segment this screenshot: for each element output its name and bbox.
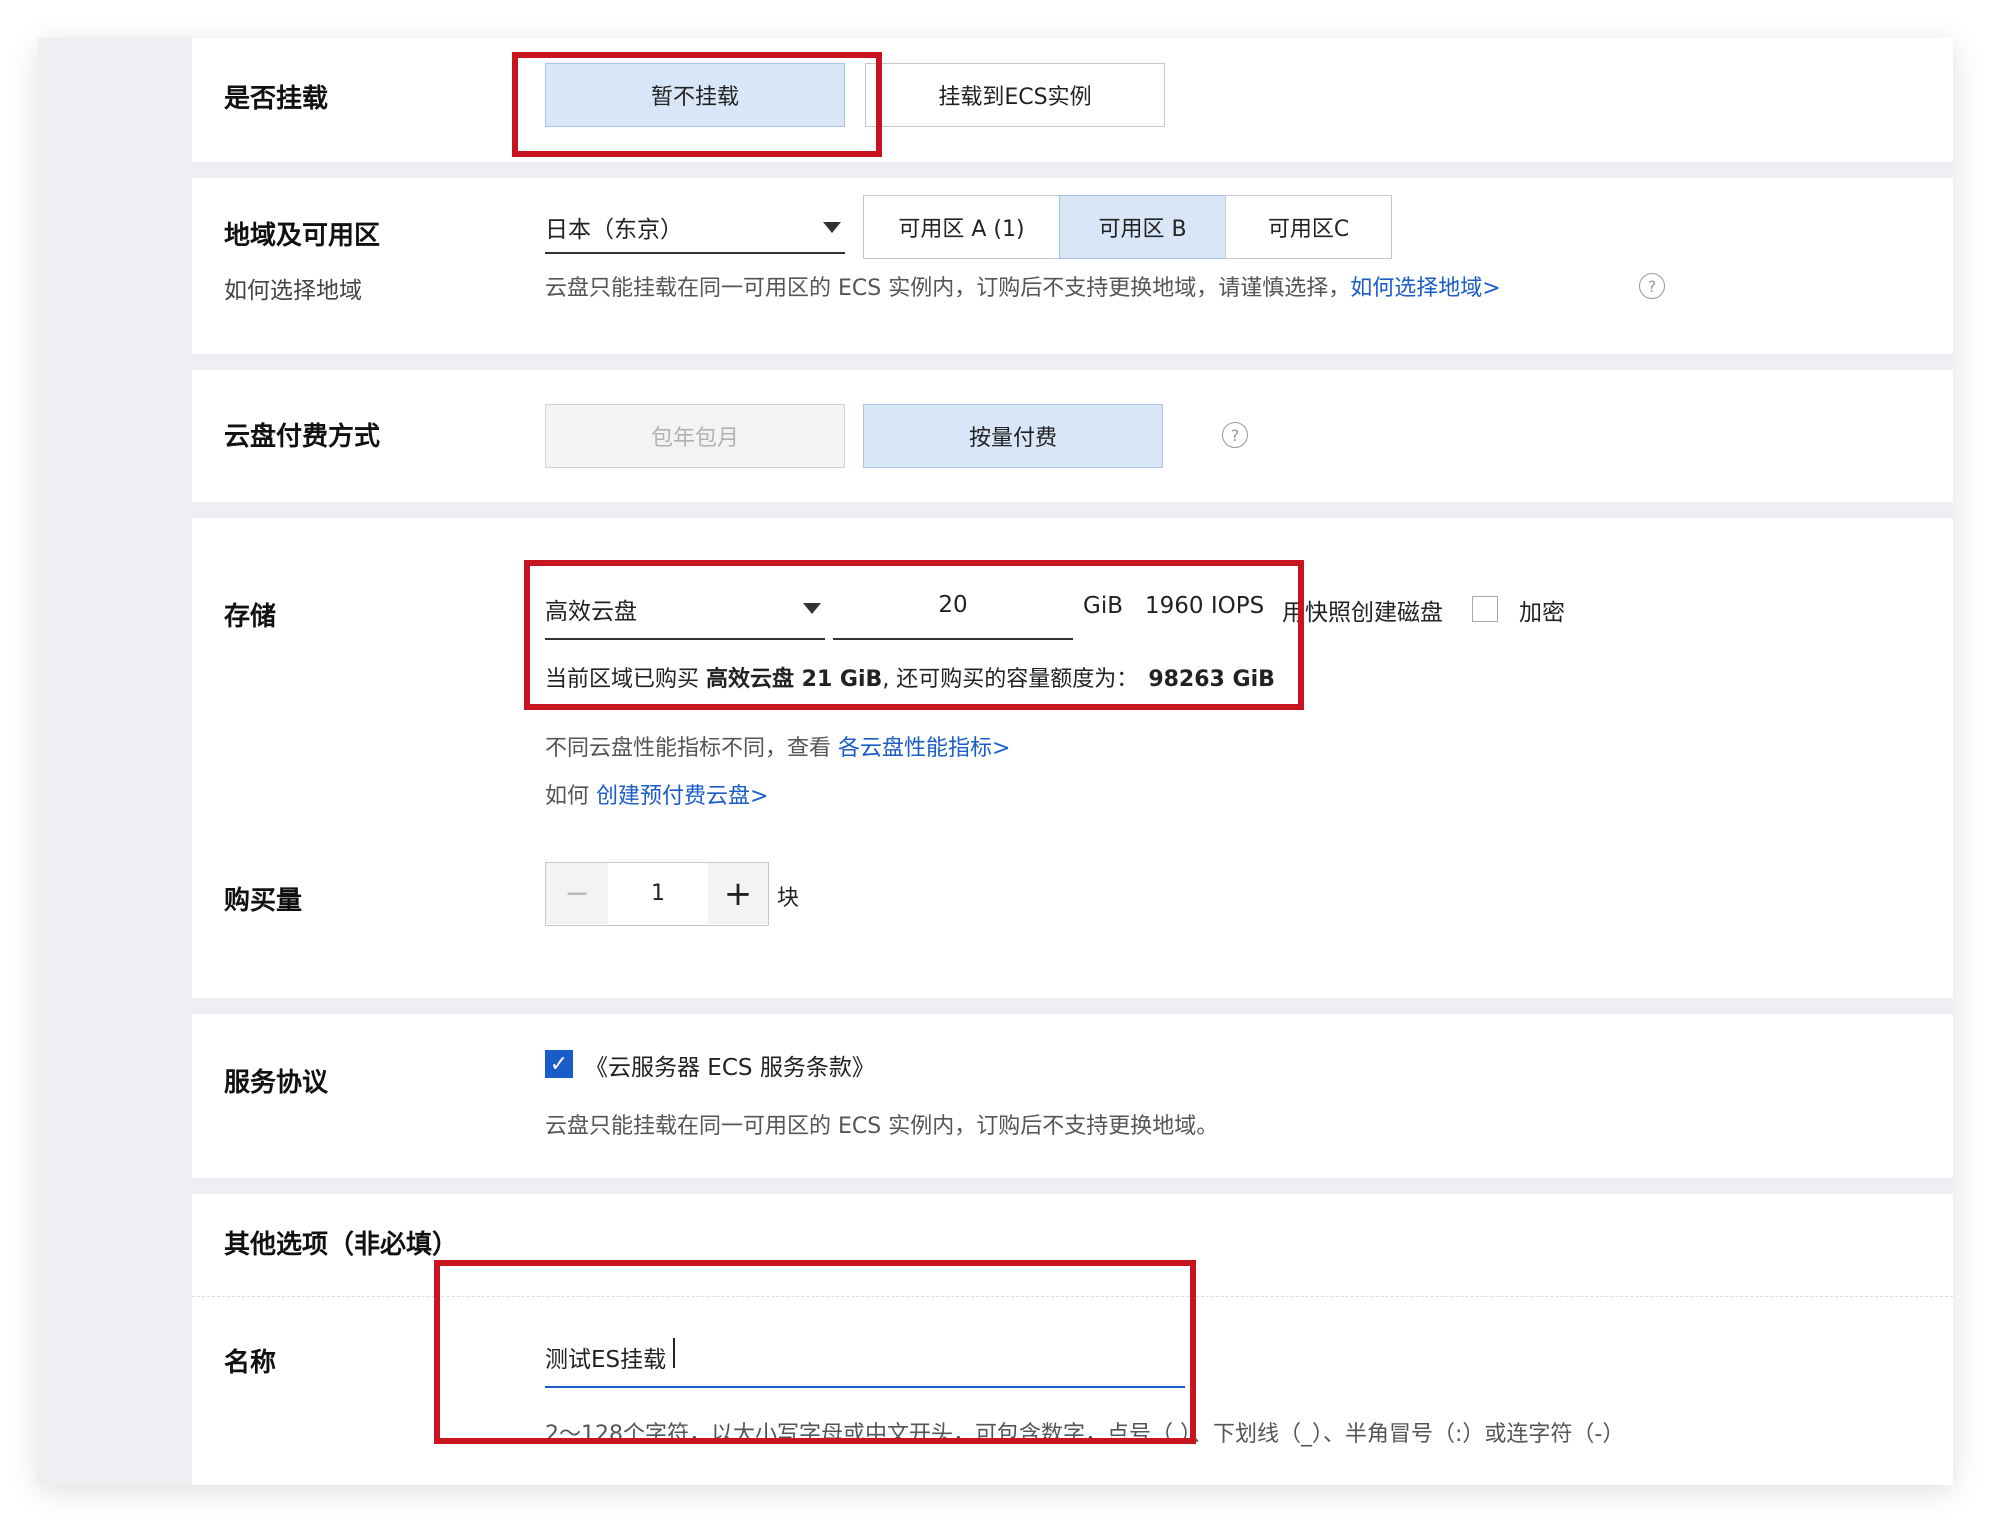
quota-left: 98263 GiB: [1148, 667, 1275, 692]
mount-section: 是否挂载 暂不挂载 挂载到ECS实例: [192, 38, 1953, 162]
billing-label: 云盘付费方式: [224, 422, 381, 452]
quota-mid: , 还可购买的容量额度为：: [882, 667, 1139, 692]
section-divider: [192, 1296, 1953, 1297]
other-options-title: 其他选项（非必填）: [224, 1230, 459, 1260]
ecs-terms-link[interactable]: 《云服务器 ECS 服务条款》: [585, 1048, 875, 1082]
disk-size-input[interactable]: 20: [833, 578, 1073, 640]
storage-label: 存储: [224, 602, 277, 632]
question-circle-icon[interactable]: ?: [1222, 422, 1248, 448]
encrypt-label: 加密: [1519, 600, 1565, 626]
iops-value: 1960 IOPS: [1145, 593, 1265, 619]
text-cursor: [673, 1338, 675, 1368]
other-options-section: 其他选项（非必填） 名称 测试ES挂载 2～128个字符，以大小写字母或中文开头…: [192, 1194, 1953, 1485]
chevron-down-icon: [803, 603, 821, 614]
region-hint-text: 云盘只能挂载在同一可用区的 ECS 实例内，订购后不支持更换地域，请谨慎选择，: [545, 276, 1351, 301]
quantity-label: 购买量: [224, 886, 303, 916]
agreement-checkbox[interactable]: ✓: [545, 1050, 573, 1078]
quantity-unit: 块: [777, 886, 800, 911]
chevron-down-icon: [823, 222, 841, 233]
disk-type-select[interactable]: 高效云盘: [545, 578, 825, 640]
region-label: 地域及可用区: [224, 221, 381, 251]
agreement-hint: 云盘只能挂载在同一可用区的 ECS 实例内，订购后不支持更换地域。: [545, 1114, 1219, 1139]
prepaid-hint-text: 如何: [545, 784, 596, 809]
mount-to-ecs-button[interactable]: 挂载到ECS实例: [865, 63, 1165, 127]
how-choose-region-link[interactable]: 如何选择地域>: [1350, 276, 1500, 301]
performance-hint-text: 不同云盘性能指标不同，查看: [545, 736, 838, 761]
name-input[interactable]: 测试ES挂载: [545, 1324, 1185, 1388]
prepaid-hint: 如何 创建预付费云盘>: [545, 778, 768, 810]
name-input-value: 测试ES挂载: [545, 1347, 667, 1373]
no-mount-button[interactable]: 暂不挂载: [545, 63, 845, 127]
snapshot-create-link[interactable]: 用快照创建磁盘: [1282, 593, 1443, 627]
zone-c-button[interactable]: 可用区C: [1225, 195, 1392, 259]
zone-a-button[interactable]: 可用区 A (1): [863, 195, 1060, 259]
region-select[interactable]: 日本（东京）: [545, 202, 845, 254]
question-circle-icon[interactable]: ?: [1639, 273, 1665, 299]
performance-hint: 不同云盘性能指标不同，查看 各云盘性能指标>: [545, 730, 1010, 762]
pay-as-you-go-button[interactable]: 按量付费: [863, 404, 1163, 468]
quantity-stepper: − 1 +: [545, 862, 769, 926]
region-hint: 云盘只能挂载在同一可用区的 ECS 实例内，订购后不支持更换地域，请谨慎选择，如…: [545, 270, 1501, 302]
name-label: 名称: [224, 1348, 277, 1378]
minus-button[interactable]: −: [546, 863, 608, 924]
name-hint: 2～128个字符，以大小写字母或中文开头，可包含数字，点号（.）、下划线（_）、…: [545, 1422, 1625, 1447]
region-select-value: 日本（东京）: [545, 217, 683, 243]
create-prepaid-disk-link[interactable]: 创建预付费云盘>: [596, 784, 768, 809]
quota-text: 当前区域已购买 高效云盘 21 GiB, 还可购买的容量额度为： 98263 Gi…: [545, 661, 1275, 693]
subscription-button[interactable]: 包年包月: [545, 404, 845, 468]
quota-prefix: 当前区域已购买: [545, 667, 706, 692]
agreement-section: 服务协议 ✓ 《云服务器 ECS 服务条款》 云盘只能挂载在同一可用区的 ECS…: [192, 1014, 1953, 1178]
region-section: 地域及可用区 如何选择地域 日本（东京） 可用区 A (1) 可用区 B 可用区…: [192, 178, 1953, 354]
zone-b-button[interactable]: 可用区 B: [1059, 195, 1226, 259]
form-window: 是否挂载 暂不挂载 挂载到ECS实例 地域及可用区 如何选择地域 日本（东京） …: [38, 38, 1953, 1485]
size-unit: GiB: [1083, 593, 1123, 619]
encrypt-checkbox[interactable]: [1472, 596, 1498, 622]
mount-label: 是否挂载: [224, 84, 329, 114]
billing-section: 云盘付费方式 包年包月 按量付费 ?: [192, 370, 1953, 502]
how-choose-region-text: 如何选择地域: [224, 278, 362, 304]
disk-size-value: 20: [938, 592, 968, 618]
agreement-label: 服务协议: [224, 1068, 329, 1098]
quota-bought: 高效云盘 21 GiB: [706, 667, 883, 692]
disk-performance-link[interactable]: 各云盘性能指标>: [838, 736, 1010, 761]
plus-button[interactable]: +: [708, 863, 768, 924]
storage-section: 存储 高效云盘 20 GiB 1960 IOPS 用快照创建磁盘 加密 当前区域…: [192, 518, 1953, 998]
quantity-value[interactable]: 1: [608, 863, 708, 924]
disk-type-value: 高效云盘: [545, 599, 637, 625]
